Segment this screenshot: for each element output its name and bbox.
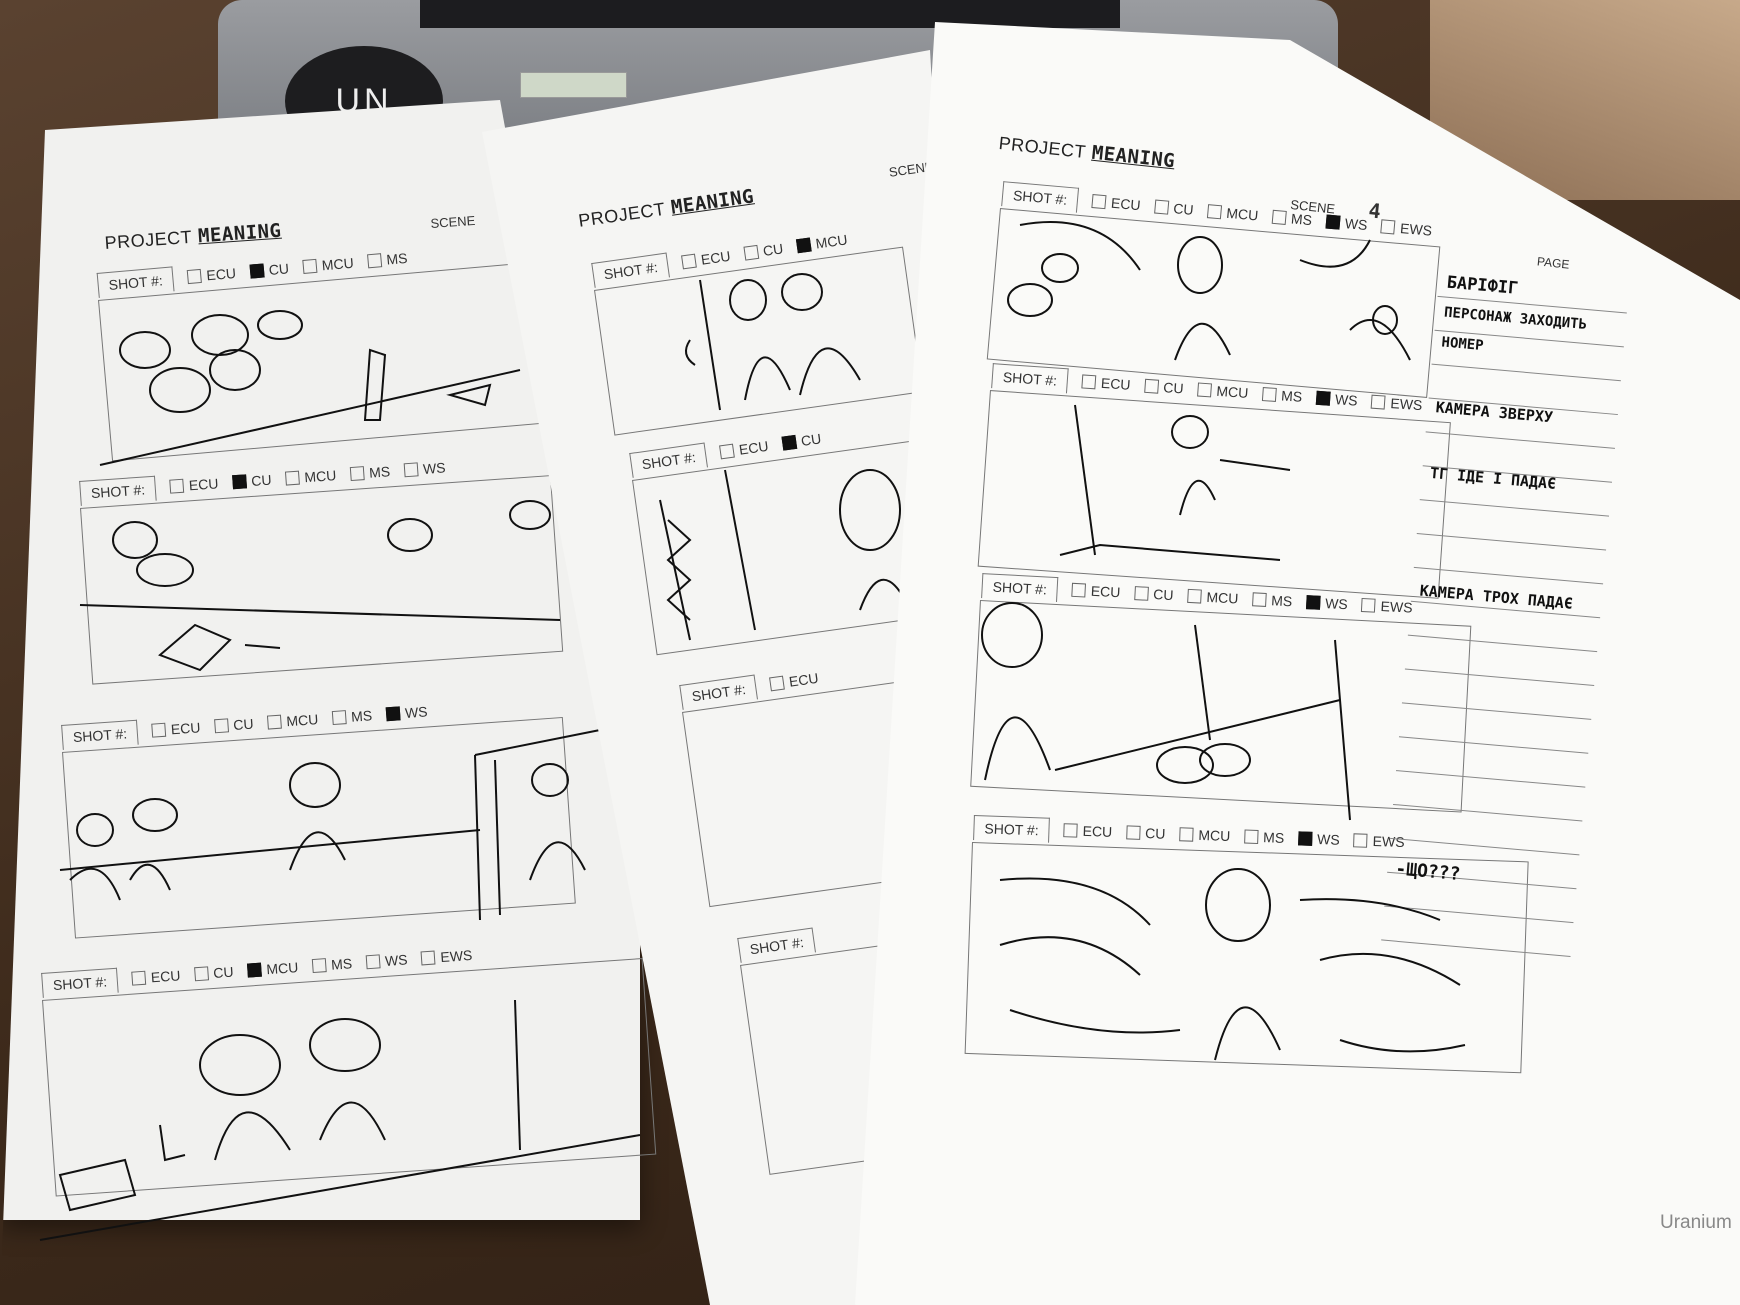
brand-watermark: Uranium (1660, 1212, 1732, 1233)
pen-sketches-sheet-3 (981, 221, 1466, 1061)
